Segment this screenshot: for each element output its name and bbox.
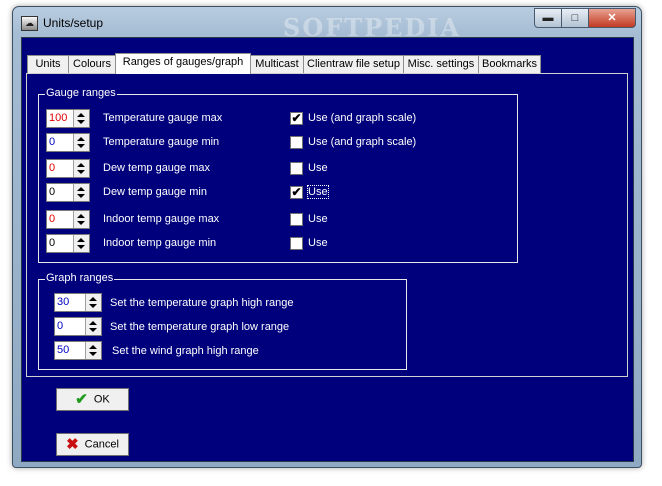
gauge-ranges-label: Gauge ranges: [45, 87, 117, 99]
spinner-value: 0: [49, 237, 56, 249]
temperature-graph-high-label: Set the temperature graph high range: [110, 297, 294, 309]
graph-ranges-group: Graph ranges 30 Set the temperature grap…: [38, 272, 407, 370]
spin-down-icon[interactable]: [89, 304, 97, 308]
indoor-temp-gauge-max-spinner[interactable]: 0: [46, 210, 90, 229]
cancel-button-label: Cancel: [84, 438, 119, 451]
spinner-arrows[interactable]: [85, 318, 101, 335]
tab-multicast[interactable]: Multicast: [250, 55, 304, 73]
use-indoor-max-checkbox[interactable]: [290, 213, 303, 226]
spin-down-icon[interactable]: [77, 120, 85, 124]
temperature-gauge-min-spinner[interactable]: 0: [46, 133, 90, 152]
minimize-button[interactable]: ▬: [534, 8, 562, 28]
use-indoor-min-checkbox[interactable]: [290, 237, 303, 250]
graph-ranges-label: Graph ranges: [45, 272, 115, 284]
spin-down-icon[interactable]: [77, 194, 85, 198]
spin-down-icon[interactable]: [77, 144, 85, 148]
tab-misc-settings[interactable]: Misc. settings: [403, 55, 479, 73]
title-bar[interactable]: ☁ Units/setup SOFTPEDIA ▬ □ ✕: [13, 7, 641, 42]
spin-up-icon[interactable]: [77, 238, 85, 242]
temperature-gauge-min-label: Temperature gauge min: [103, 136, 220, 148]
use-dew-min-label[interactable]: Use: [307, 185, 329, 199]
use-temperature-max-label[interactable]: Use (and graph scale): [308, 112, 416, 124]
use-indoor-min-label[interactable]: Use: [308, 237, 328, 249]
spin-up-icon[interactable]: [89, 297, 97, 301]
maximize-button[interactable]: □: [561, 8, 589, 28]
use-temperature-min-checkbox[interactable]: [290, 136, 303, 149]
use-dew-max-checkbox[interactable]: [290, 162, 303, 175]
dew-temp-gauge-max-spinner[interactable]: 0: [46, 159, 90, 178]
spinner-arrows[interactable]: [73, 235, 89, 252]
tab-bookmarks[interactable]: Bookmarks: [478, 55, 541, 73]
wind-graph-high-label: Set the wind graph high range: [112, 345, 259, 357]
window-title: Units/setup: [43, 16, 104, 30]
spin-up-icon[interactable]: [77, 187, 85, 191]
spin-up-icon[interactable]: [77, 113, 85, 117]
cancel-button[interactable]: ✖ Cancel: [56, 433, 129, 456]
dialog-client-area: Units Colours Ranges of gauges/graph Mul…: [21, 37, 634, 462]
indoor-temp-gauge-min-label: Indoor temp gauge min: [103, 237, 217, 249]
spin-up-icon[interactable]: [89, 321, 97, 325]
spinner-value: 0: [49, 162, 56, 174]
checkmark-icon: ✔: [75, 391, 88, 408]
use-dew-max-label[interactable]: Use: [308, 162, 328, 174]
use-dew-min-checkbox[interactable]: ✔: [290, 186, 303, 199]
wind-graph-high-spinner[interactable]: 50: [54, 341, 102, 360]
spinner-arrows[interactable]: [73, 134, 89, 151]
use-temperature-max-checkbox[interactable]: ✔: [290, 112, 303, 125]
dew-temp-gauge-min-label: Dew temp gauge min: [103, 186, 207, 198]
spinner-value: 0: [49, 186, 56, 198]
spinner-value: 0: [49, 213, 56, 225]
spinner-arrows[interactable]: [85, 294, 101, 311]
temperature-gauge-max-label: Temperature gauge max: [103, 112, 223, 124]
tab-ranges-of-gauges-graph[interactable]: Ranges of gauges/graph: [115, 53, 251, 74]
temperature-graph-low-spinner[interactable]: 0: [54, 317, 102, 336]
tab-panel: Gauge ranges 100 Temperature gauge max ✔…: [26, 73, 628, 377]
spinner-value: 0: [57, 320, 64, 332]
spinner-value: 50: [57, 344, 70, 356]
ok-button[interactable]: ✔ OK: [56, 388, 129, 411]
close-button[interactable]: ✕: [588, 8, 636, 28]
spin-up-icon[interactable]: [77, 163, 85, 167]
tab-clientraw-file-setup[interactable]: Clientraw file setup: [303, 55, 404, 73]
ok-button-label: OK: [93, 393, 110, 406]
app-window: ☁ Units/setup SOFTPEDIA ▬ □ ✕ Units Colo…: [12, 6, 642, 468]
spinner-value: 100: [49, 112, 68, 124]
dew-temp-gauge-min-spinner[interactable]: 0: [46, 183, 90, 202]
spin-up-icon[interactable]: [77, 137, 85, 141]
spinner-arrows[interactable]: [73, 184, 89, 201]
dew-temp-gauge-max-label: Dew temp gauge max: [103, 162, 210, 174]
temperature-gauge-max-spinner[interactable]: 100: [46, 109, 90, 128]
spinner-arrows[interactable]: [73, 211, 89, 228]
spin-down-icon[interactable]: [77, 170, 85, 174]
spin-down-icon[interactable]: [89, 328, 97, 332]
spin-down-icon[interactable]: [89, 352, 97, 356]
x-icon: ✖: [66, 436, 79, 453]
temperature-graph-low-label: Set the temperature graph low range: [110, 321, 290, 333]
spinner-value: 30: [57, 296, 70, 308]
gauge-ranges-group: Gauge ranges 100 Temperature gauge max ✔…: [38, 87, 518, 263]
indoor-temp-gauge-max-label: Indoor temp gauge max: [103, 213, 220, 225]
tab-units[interactable]: Units: [27, 55, 69, 73]
temperature-graph-high-spinner[interactable]: 30: [54, 293, 102, 312]
spin-up-icon[interactable]: [89, 345, 97, 349]
tab-colours[interactable]: Colours: [68, 55, 116, 73]
spin-down-icon[interactable]: [77, 221, 85, 225]
indoor-temp-gauge-min-spinner[interactable]: 0: [46, 234, 90, 253]
spinner-value: 0: [49, 136, 56, 148]
spinner-arrows[interactable]: [73, 160, 89, 177]
use-indoor-max-label[interactable]: Use: [308, 213, 328, 225]
spinner-arrows[interactable]: [73, 110, 89, 127]
app-icon[interactable]: ☁: [21, 16, 38, 31]
spinner-arrows[interactable]: [85, 342, 101, 359]
spin-up-icon[interactable]: [77, 214, 85, 218]
spin-down-icon[interactable]: [77, 245, 85, 249]
use-temperature-min-label[interactable]: Use (and graph scale): [308, 136, 416, 148]
